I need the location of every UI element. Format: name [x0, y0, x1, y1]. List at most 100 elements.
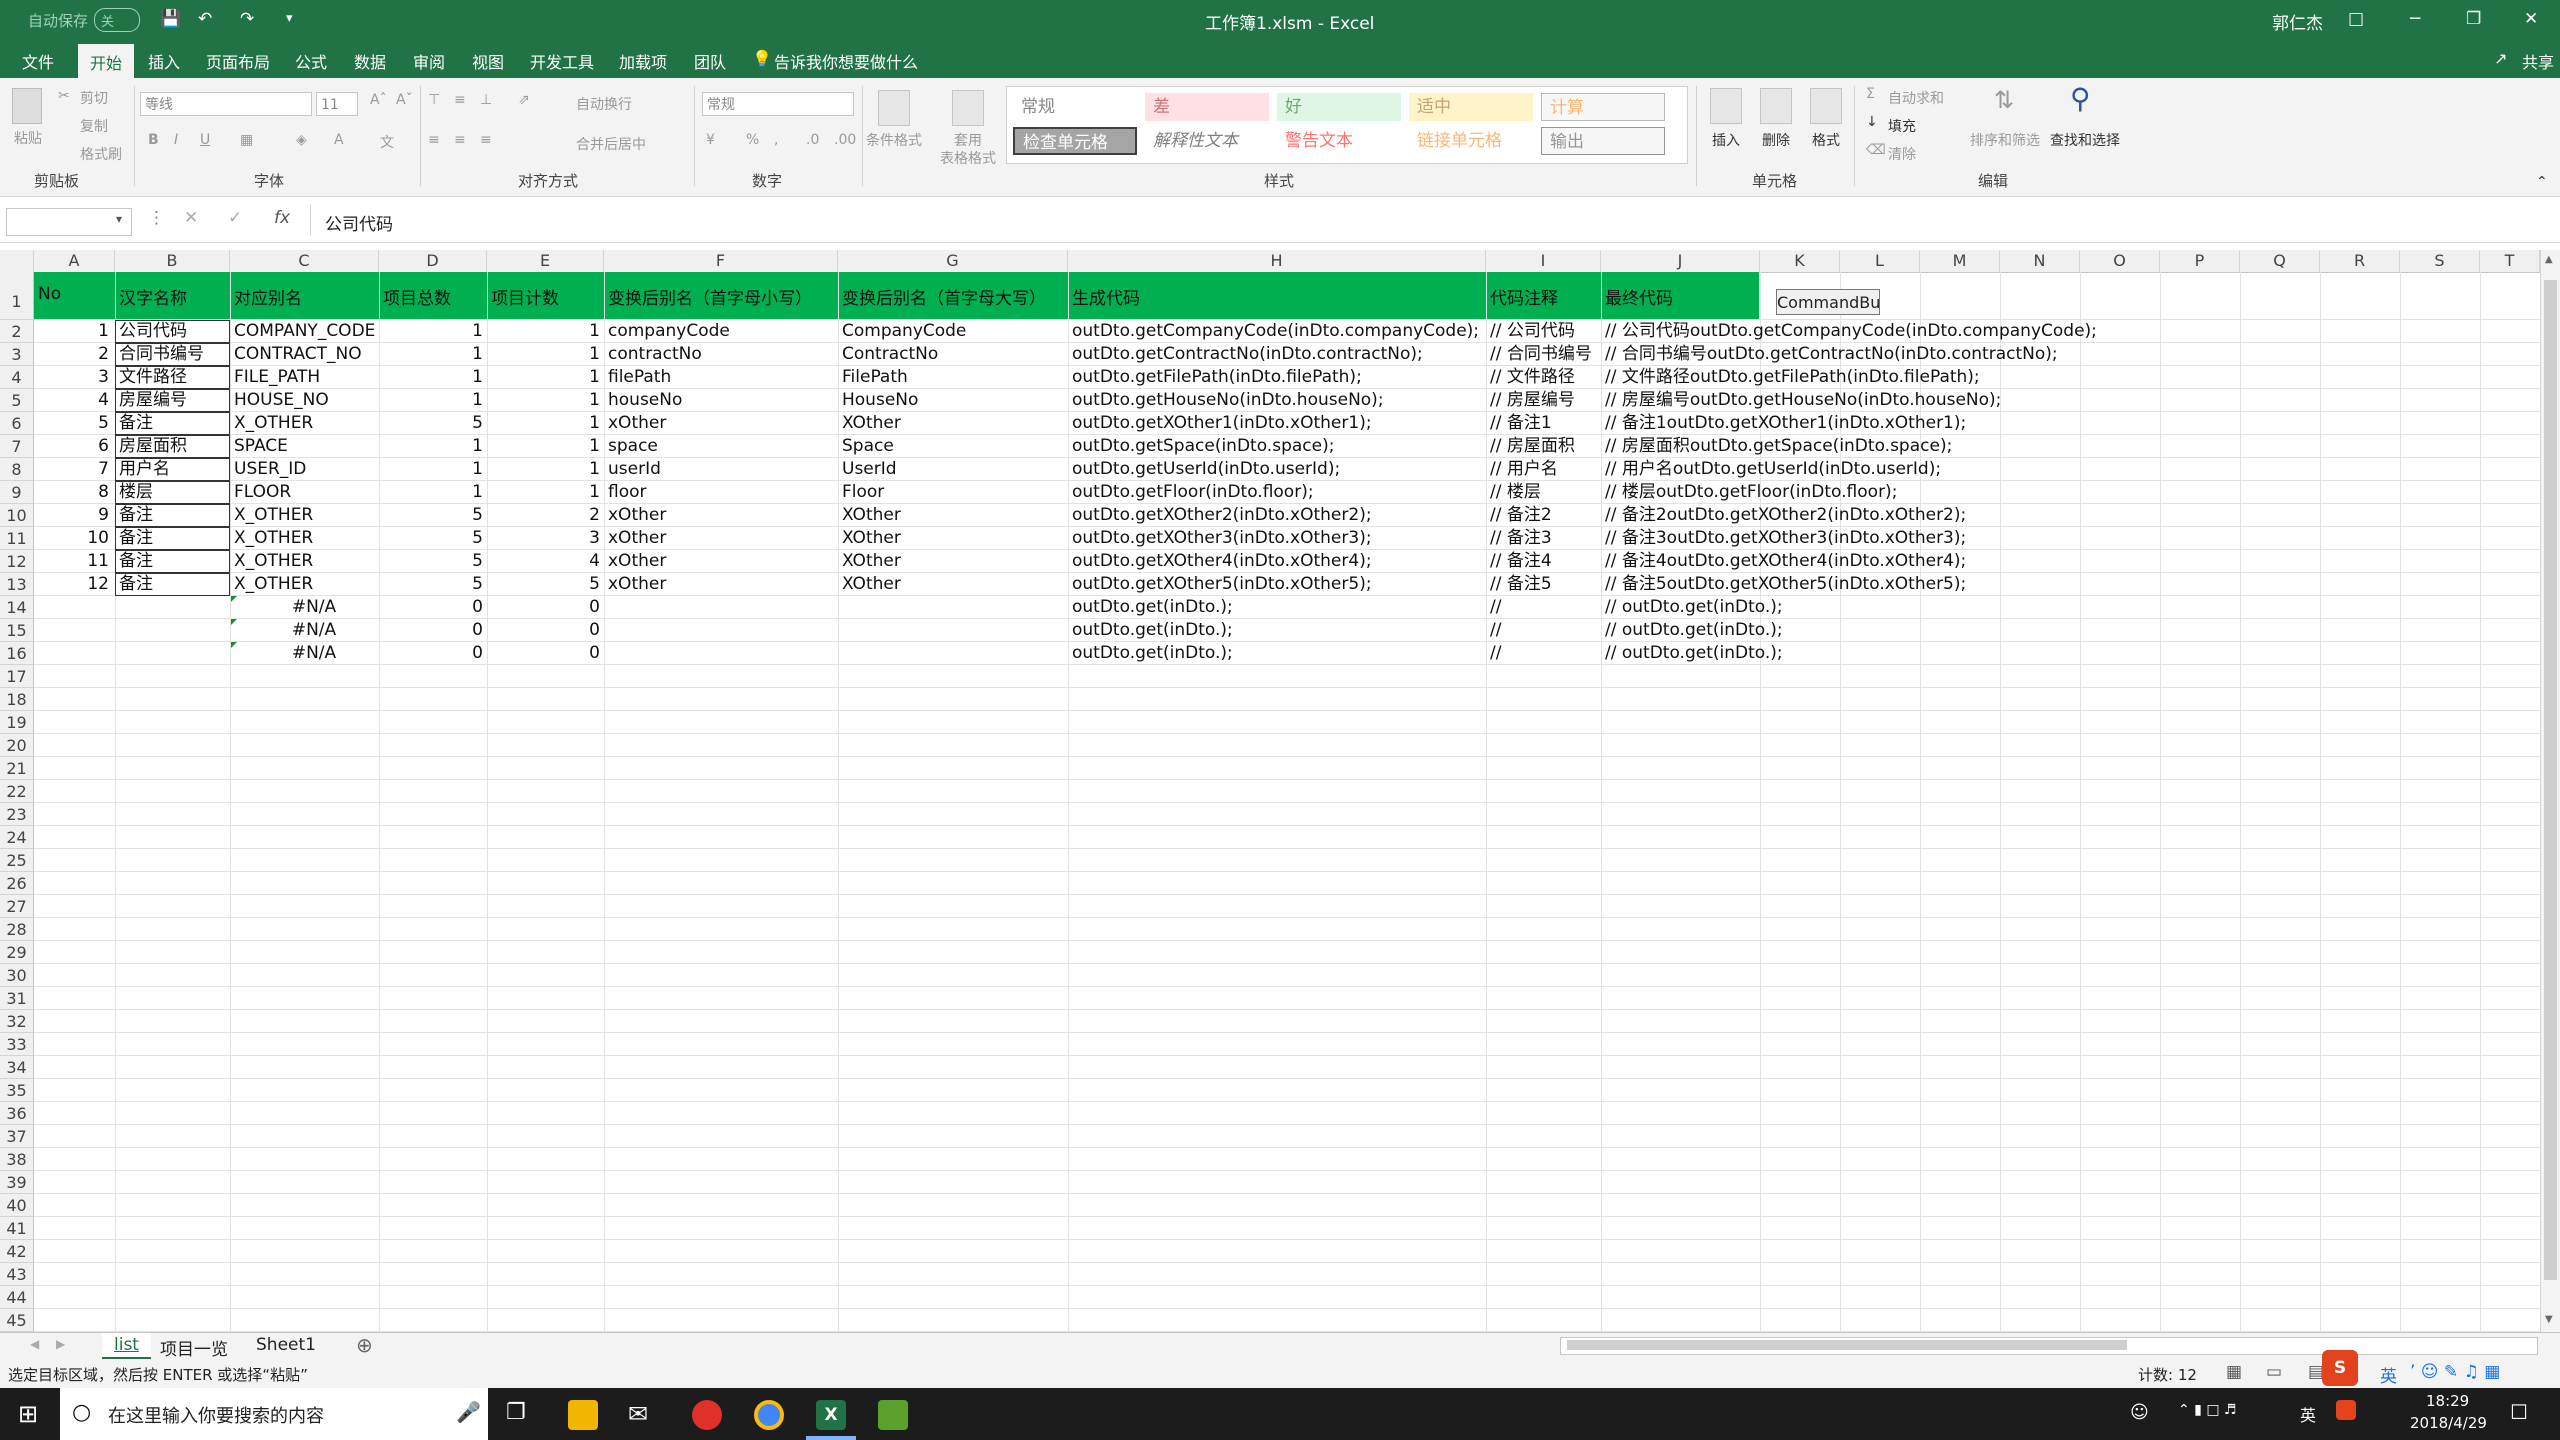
tab-scroll-left-icon[interactable]: ◀ [30, 1337, 39, 1351]
table-cell[interactable]: // outDto.get(inDto.); [1605, 596, 1783, 619]
row-header[interactable]: 25 [0, 849, 33, 872]
table-cell[interactable]: 10 [34, 527, 109, 550]
table-cell[interactable]: COMPANY_CODE [234, 320, 375, 343]
sort-filter-button[interactable]: 排序和筛选 [1970, 130, 2040, 150]
table-cell[interactable]: // 备注5 [1490, 573, 1552, 596]
table-cell[interactable]: outDto.getXOther1(inDto.xOther1); [1072, 412, 1372, 435]
row-header[interactable]: 28 [0, 918, 33, 941]
number-format-select[interactable]: 常规 [702, 92, 854, 116]
format-cells-button[interactable]: 格式 [1812, 130, 1840, 150]
menu-developer[interactable]: 开发工具 [530, 49, 594, 73]
eraser-icon[interactable]: ⌫ [1866, 142, 1886, 158]
menu-view[interactable]: 视图 [472, 49, 504, 73]
table-cell[interactable]: // 备注5outDto.getXOther5(inDto.xOther5); [1605, 573, 1966, 596]
table-cell[interactable]: 1 [383, 366, 483, 389]
table-cell[interactable]: outDto.get(inDto.); [1072, 619, 1233, 642]
menu-home[interactable]: 开始 [78, 44, 135, 82]
ime-indicator[interactable]: 英 [2300, 1402, 2316, 1426]
table-cell[interactable]: XOther [842, 412, 901, 435]
table-cell[interactable]: #N/A [264, 642, 364, 665]
table-cell[interactable]: X_OTHER [234, 573, 313, 596]
table-cell[interactable]: 5 [383, 573, 483, 596]
decimal-increase-icon[interactable]: .0 [806, 132, 819, 148]
error-indicator-icon[interactable] [231, 642, 237, 648]
restore-icon[interactable]: ❐ [2466, 9, 2481, 29]
table-cell[interactable]: ContractNo [842, 343, 938, 366]
copy-button[interactable]: 复制 [80, 116, 108, 136]
table-cell[interactable]: 7 [34, 458, 109, 481]
merge-center-button[interactable]: 合并后居中 [576, 134, 646, 154]
header-cell[interactable]: 对应别名 [234, 284, 302, 309]
excel-taskbar-icon[interactable]: X [816, 1400, 846, 1430]
table-format-label-1[interactable]: 套用 [954, 130, 982, 150]
conditional-format-button[interactable]: 条件格式 [866, 130, 922, 150]
menu-team[interactable]: 团队 [694, 49, 726, 73]
table-cell[interactable]: 1 [383, 435, 483, 458]
table-cell[interactable]: // 楼层outDto.getFloor(inDto.floor); [1605, 481, 1897, 504]
column-header[interactable]: F [604, 250, 838, 272]
table-cell[interactable]: outDto.getUserId(inDto.userId); [1072, 458, 1340, 481]
table-cell[interactable]: outDto.getXOther5(inDto.xOther5); [1072, 573, 1372, 596]
table-cell[interactable]: outDto.getXOther3(inDto.xOther3); [1072, 527, 1372, 550]
table-cell[interactable]: outDto.get(inDto.); [1072, 642, 1233, 665]
row-header[interactable]: 39 [0, 1171, 33, 1194]
ribbon-display-icon[interactable]: □ [2348, 9, 2364, 29]
more-icon[interactable]: ⋮ [148, 208, 165, 228]
row-header[interactable]: 44 [0, 1286, 33, 1309]
table-cell[interactable]: X_OTHER [234, 504, 313, 527]
clear-button[interactable]: 清除 [1888, 144, 1916, 164]
row-header[interactable]: 27 [0, 895, 33, 918]
row-header[interactable]: 12 [0, 550, 33, 573]
font-family-select[interactable]: 等线 [140, 92, 312, 116]
user-name[interactable]: 郭仁杰 [2272, 9, 2323, 34]
underline-button[interactable]: U [200, 132, 210, 148]
row-header[interactable]: 1 [0, 272, 33, 320]
table-cell[interactable]: // 备注4outDto.getXOther4(inDto.xOther4); [1605, 550, 1966, 573]
row-header[interactable]: 43 [0, 1263, 33, 1286]
table-cell[interactable]: // 用户名 [1490, 458, 1558, 481]
row-header[interactable]: 15 [0, 619, 33, 642]
table-cell[interactable]: 11 [34, 550, 109, 573]
row-header[interactable]: 13 [0, 573, 33, 596]
table-cell[interactable]: CompanyCode [842, 320, 966, 343]
table-cell[interactable]: 1 [491, 458, 600, 481]
table-cell[interactable]: // 楼层 [1490, 481, 1541, 504]
paste-button[interactable]: 粘贴 [14, 128, 42, 148]
table-cell[interactable]: xOther [608, 527, 666, 550]
row-header[interactable]: 4 [0, 366, 33, 389]
style-normal[interactable]: 常规 [1013, 93, 1137, 121]
magnifier-icon[interactable]: ⚲ [2070, 82, 2091, 115]
table-cell[interactable]: #N/A [264, 619, 364, 642]
column-header[interactable]: I [1486, 250, 1601, 272]
table-cell[interactable]: 1 [491, 366, 600, 389]
row-header[interactable]: 20 [0, 734, 33, 757]
row-header[interactable]: 29 [0, 941, 33, 964]
people-icon[interactable]: ☺ [2130, 1402, 2149, 1423]
style-neutral[interactable]: 适中 [1409, 93, 1533, 121]
table-cell[interactable] [34, 619, 109, 642]
fill-color-icon[interactable]: ◈ [296, 132, 307, 148]
table-cell[interactable]: // 备注3outDto.getXOther3(inDto.xOther3); [1605, 527, 1966, 550]
vertical-scrollbar[interactable]: ▲ ▼ [2540, 250, 2560, 1332]
header-cell[interactable]: 变换后别名（首字母大写） [842, 284, 1046, 309]
decimal-decrease-icon[interactable]: .00 [834, 132, 856, 148]
table-cell[interactable]: XOther [842, 573, 901, 596]
formula-input[interactable]: 公司代码 [310, 204, 2547, 236]
autosum-button[interactable]: 自动求和 [1888, 88, 1944, 108]
table-cell[interactable]: X_OTHER [234, 412, 313, 435]
header-cell[interactable]: 代码注释 [1490, 284, 1558, 309]
table-cell[interactable]: xOther [608, 412, 666, 435]
select-all-corner[interactable] [0, 250, 34, 272]
paste-icon[interactable] [12, 88, 42, 124]
table-cell[interactable]: 1 [491, 412, 600, 435]
fill-down-icon[interactable]: ↓ [1866, 114, 1878, 130]
table-cell[interactable]: SPACE [234, 435, 288, 458]
row-header[interactable]: 40 [0, 1194, 33, 1217]
table-cell[interactable]: 0 [491, 596, 600, 619]
header-cell[interactable]: 变换后别名（首字母小写） [608, 284, 812, 309]
style-check-cell[interactable]: 检查单元格 [1013, 127, 1137, 155]
table-cell[interactable]: 1 [491, 435, 600, 458]
column-header[interactable]: E [487, 250, 604, 272]
table-cell[interactable]: 5 [383, 504, 483, 527]
align-right-icon[interactable]: ≡ [480, 132, 492, 148]
